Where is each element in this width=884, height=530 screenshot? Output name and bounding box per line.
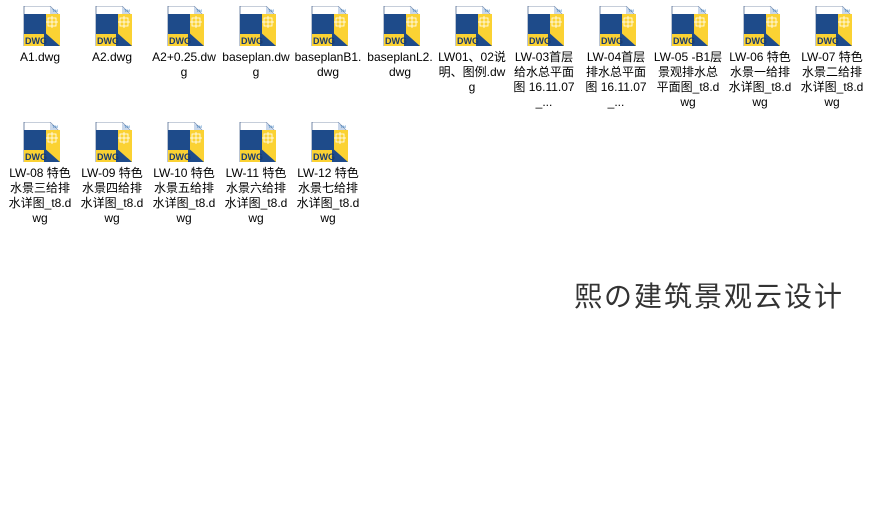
dwg-file-icon: DWG TM: [524, 6, 564, 46]
file-label: baseplanB1.dwg: [293, 50, 363, 80]
svg-text:TM: TM: [196, 124, 202, 129]
file-label: LW01、02说明、图例.dwg: [437, 50, 507, 95]
svg-text:DWG: DWG: [241, 36, 263, 46]
svg-text:TM: TM: [412, 8, 418, 13]
watermark-text: 熙の建筑景观云设计: [574, 275, 844, 315]
dwg-file-icon: DWG TM: [740, 6, 780, 46]
file-item[interactable]: DWG TM LW-05 -B1层景观排水总平面图_t8.dwg: [652, 6, 724, 110]
svg-text:TM: TM: [772, 8, 778, 13]
file-item[interactable]: DWG TM baseplanL2.dwg: [364, 6, 436, 110]
svg-text:TM: TM: [484, 8, 490, 13]
svg-text:TM: TM: [52, 124, 58, 129]
svg-text:TM: TM: [340, 8, 346, 13]
dwg-file-icon: DWG TM: [92, 6, 132, 46]
file-item[interactable]: DWG TM A1.dwg: [4, 6, 76, 110]
svg-text:TM: TM: [844, 8, 850, 13]
svg-text:TM: TM: [196, 8, 202, 13]
dwg-file-icon: DWG TM: [452, 6, 492, 46]
svg-text:TM: TM: [268, 8, 274, 13]
file-item[interactable]: DWG TM baseplanB1.dwg: [292, 6, 364, 110]
dwg-file-icon: DWG TM: [380, 6, 420, 46]
svg-text:DWG: DWG: [817, 36, 839, 46]
file-label: A2.dwg: [77, 50, 147, 65]
file-label: LW-03首层给水总平面图 16.11.07_...: [509, 50, 579, 110]
file-item[interactable]: DWG TM LW-11 特色水景六给排水详图_t8.dwg: [220, 122, 292, 226]
file-item[interactable]: DWG TM LW-04首层排水总平面图 16.11.07_...: [580, 6, 652, 110]
file-label: LW-08 特色水景三给排水详图_t8.dwg: [5, 166, 75, 226]
svg-text:TM: TM: [268, 124, 274, 129]
file-item[interactable]: DWG TM LW-03首层给水总平面图 16.11.07_...: [508, 6, 580, 110]
svg-text:TM: TM: [556, 8, 562, 13]
file-label: LW-11 特色水景六给排水详图_t8.dwg: [221, 166, 291, 226]
svg-text:TM: TM: [340, 124, 346, 129]
file-label: LW-10 特色水景五给排水详图_t8.dwg: [149, 166, 219, 226]
file-item[interactable]: DWG TM baseplan.dwg: [220, 6, 292, 110]
file-label: A2+0.25.dwg: [149, 50, 219, 80]
svg-text:DWG: DWG: [313, 152, 335, 162]
dwg-file-icon: DWG TM: [812, 6, 852, 46]
dwg-file-icon: DWG TM: [20, 122, 60, 162]
svg-text:TM: TM: [700, 8, 706, 13]
svg-text:DWG: DWG: [97, 36, 119, 46]
file-label: LW-04首层排水总平面图 16.11.07_...: [581, 50, 651, 110]
svg-text:DWG: DWG: [529, 36, 551, 46]
svg-text:DWG: DWG: [25, 152, 47, 162]
file-item[interactable]: DWG TM LW-08 特色水景三给排水详图_t8.dwg: [4, 122, 76, 226]
svg-text:TM: TM: [124, 8, 130, 13]
file-item[interactable]: DWG TM LW-09 特色水景四给排水详图_t8.dwg: [76, 122, 148, 226]
file-item[interactable]: DWG TM LW-10 特色水景五给排水详图_t8.dwg: [148, 122, 220, 226]
svg-text:DWG: DWG: [673, 36, 695, 46]
file-item[interactable]: DWG TM LW-06 特色水景一给排水详图_t8.dwg: [724, 6, 796, 110]
file-label: LW-05 -B1层景观排水总平面图_t8.dwg: [653, 50, 723, 110]
file-label: LW-06 特色水景一给排水详图_t8.dwg: [725, 50, 795, 110]
file-item[interactable]: DWG TM A2.dwg: [76, 6, 148, 110]
dwg-file-icon: DWG TM: [236, 6, 276, 46]
svg-text:DWG: DWG: [169, 152, 191, 162]
svg-text:DWG: DWG: [241, 152, 263, 162]
dwg-file-icon: DWG TM: [668, 6, 708, 46]
dwg-file-icon: DWG TM: [596, 6, 636, 46]
file-item[interactable]: DWG TM LW-12 特色水景七给排水详图_t8.dwg: [292, 122, 364, 226]
file-label: LW-09 特色水景四给排水详图_t8.dwg: [77, 166, 147, 226]
svg-text:DWG: DWG: [385, 36, 407, 46]
dwg-file-icon: DWG TM: [92, 122, 132, 162]
dwg-file-icon: DWG TM: [308, 6, 348, 46]
file-grid: DWG TM A1.dwg DWG TM A2.dwg DWG TM A2+0.…: [0, 0, 884, 244]
svg-text:DWG: DWG: [601, 36, 623, 46]
svg-text:DWG: DWG: [313, 36, 335, 46]
svg-text:DWG: DWG: [457, 36, 479, 46]
svg-text:DWG: DWG: [169, 36, 191, 46]
svg-text:DWG: DWG: [25, 36, 47, 46]
dwg-file-icon: DWG TM: [236, 122, 276, 162]
dwg-file-icon: DWG TM: [164, 122, 204, 162]
svg-text:DWG: DWG: [97, 152, 119, 162]
file-item[interactable]: DWG TM LW01、02说明、图例.dwg: [436, 6, 508, 110]
file-label: A1.dwg: [5, 50, 75, 65]
dwg-file-icon: DWG TM: [20, 6, 60, 46]
dwg-file-icon: DWG TM: [308, 122, 348, 162]
file-label: baseplan.dwg: [221, 50, 291, 80]
file-label: baseplanL2.dwg: [365, 50, 435, 80]
file-item[interactable]: DWG TM A2+0.25.dwg: [148, 6, 220, 110]
file-label: LW-12 特色水景七给排水详图_t8.dwg: [293, 166, 363, 226]
dwg-file-icon: DWG TM: [164, 6, 204, 46]
svg-text:TM: TM: [628, 8, 634, 13]
file-item[interactable]: DWG TM LW-07 特色水景二给排水详图_t8.dwg: [796, 6, 868, 110]
svg-text:TM: TM: [52, 8, 58, 13]
file-label: LW-07 特色水景二给排水详图_t8.dwg: [797, 50, 867, 110]
svg-text:TM: TM: [124, 124, 130, 129]
svg-text:DWG: DWG: [745, 36, 767, 46]
